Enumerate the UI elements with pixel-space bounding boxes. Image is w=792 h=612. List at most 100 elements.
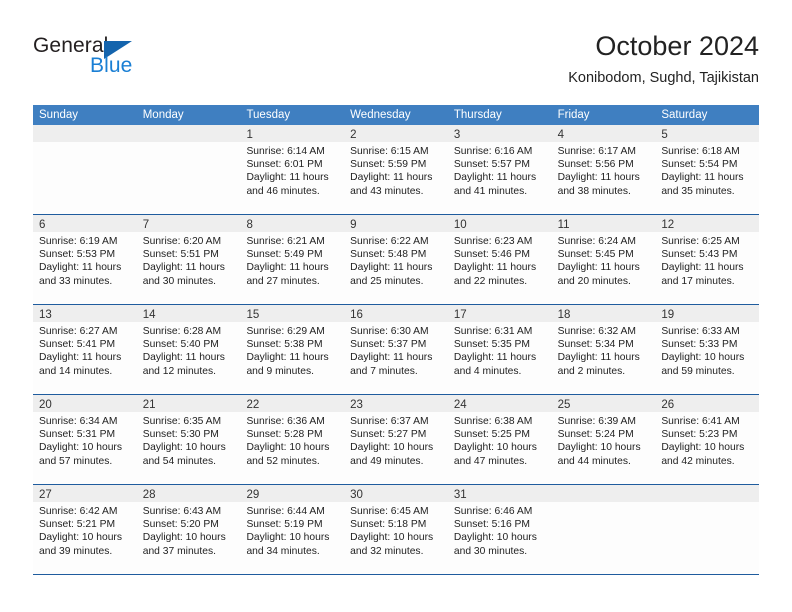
daylight-text-line2: and 37 minutes.	[142, 545, 216, 557]
daylight-text-line2: and 27 minutes.	[246, 275, 320, 287]
day-cell[interactable]: 25 Sunrise: 6:39 AM Sunset: 5:24 PM Dayl…	[551, 395, 656, 484]
sunrise-text: Sunrise: 6:31 AM	[453, 326, 533, 337]
day-date-strip: 29	[240, 485, 345, 502]
day-number: 14	[142, 309, 156, 321]
day-details: Sunrise: 6:22 AM Sunset: 5:48 PM Dayligh…	[344, 232, 448, 288]
day-details: Sunrise: 6:39 AM Sunset: 5:24 PM Dayligh…	[552, 412, 656, 468]
day-cell[interactable]: 29 Sunrise: 6:44 AM Sunset: 5:19 PM Dayl…	[240, 485, 345, 574]
day-number: 23	[350, 399, 363, 411]
day-cell[interactable]: 18 Sunrise: 6:32 AM Sunset: 5:34 PM Dayl…	[551, 305, 656, 394]
page-subtitle: Konibodom, Sughd, Tajikistan	[568, 70, 759, 86]
sunset-text: Sunset: 5:31 PM	[39, 429, 116, 441]
sunrise-text: Sunrise: 6:21 AM	[246, 236, 325, 247]
day-details: Sunrise: 6:31 AM Sunset: 5:35 PM Dayligh…	[448, 322, 552, 378]
day-cell[interactable]: 23 Sunrise: 6:37 AM Sunset: 5:27 PM Dayl…	[344, 395, 448, 484]
day-cell[interactable]: 3 Sunrise: 6:16 AM Sunset: 5:57 PM Dayli…	[447, 125, 552, 214]
day-date-strip: 19	[655, 305, 760, 322]
day-date-strip: 28	[136, 485, 241, 502]
day-cell[interactable]: 31 Sunrise: 6:46 AM Sunset: 5:16 PM Dayl…	[447, 485, 552, 574]
sunrise-text: Sunrise: 6:44 AM	[246, 506, 325, 517]
day-number: 20	[39, 399, 52, 411]
day-cell[interactable]: 28 Sunrise: 6:43 AM Sunset: 5:20 PM Dayl…	[136, 485, 241, 574]
daylight-text-line1: Daylight: 11 hours	[142, 262, 225, 274]
day-details: Sunrise: 6:35 AM Sunset: 5:30 PM Dayligh…	[137, 412, 241, 468]
daylight-text-line2: and 4 minutes.	[453, 365, 522, 377]
daylight-text-line1: Daylight: 11 hours	[557, 172, 640, 184]
day-cell[interactable]: 21 Sunrise: 6:35 AM Sunset: 5:30 PM Dayl…	[136, 395, 241, 484]
sunset-text: Sunset: 5:48 PM	[350, 249, 427, 261]
day-number: 5	[661, 129, 668, 141]
daylight-text-line1: Daylight: 10 hours	[453, 442, 537, 454]
sunset-text: Sunset: 5:49 PM	[246, 249, 323, 261]
day-number: 25	[557, 399, 571, 411]
general-blue-logo[interactable]: General Blue	[33, 34, 213, 88]
day-cell[interactable]: 1 Sunrise: 6:14 AM Sunset: 6:01 PM Dayli…	[240, 125, 345, 214]
day-number: 13	[39, 309, 52, 321]
daylight-text-line1: Daylight: 10 hours	[661, 442, 745, 454]
day-cell[interactable]: 12 Sunrise: 6:25 AM Sunset: 5:43 PM Dayl…	[655, 215, 760, 304]
day-details: Sunrise: 6:37 AM Sunset: 5:27 PM Dayligh…	[344, 412, 448, 468]
day-cell	[136, 125, 241, 214]
day-cell[interactable]: 26 Sunrise: 6:41 AM Sunset: 5:23 PM Dayl…	[655, 395, 760, 484]
daylight-text-line2: and 35 minutes.	[661, 185, 735, 197]
day-cell[interactable]: 30 Sunrise: 6:45 AM Sunset: 5:18 PM Dayl…	[344, 485, 448, 574]
day-cell[interactable]: 10 Sunrise: 6:23 AM Sunset: 5:46 PM Dayl…	[447, 215, 552, 304]
daylight-text-line1: Daylight: 11 hours	[39, 352, 122, 364]
day-cell[interactable]: 14 Sunrise: 6:28 AM Sunset: 5:40 PM Dayl…	[136, 305, 241, 394]
day-cell[interactable]: 5 Sunrise: 6:18 AM Sunset: 5:54 PM Dayli…	[655, 125, 760, 214]
day-details: Sunrise: 6:27 AM Sunset: 5:41 PM Dayligh…	[33, 322, 137, 378]
daylight-text-line1: Daylight: 11 hours	[246, 172, 329, 184]
day-cell[interactable]: 15 Sunrise: 6:29 AM Sunset: 5:38 PM Dayl…	[240, 305, 345, 394]
day-details: Sunrise: 6:34 AM Sunset: 5:31 PM Dayligh…	[33, 412, 137, 468]
day-cell[interactable]: 20 Sunrise: 6:34 AM Sunset: 5:31 PM Dayl…	[33, 395, 137, 484]
sunset-text: Sunset: 5:33 PM	[661, 339, 738, 351]
weekday-header-tuesday: Tuesday	[246, 109, 291, 121]
sunrise-text: Sunrise: 6:42 AM	[39, 506, 118, 517]
day-cell[interactable]: 22 Sunrise: 6:36 AM Sunset: 5:28 PM Dayl…	[240, 395, 345, 484]
daylight-text-line2: and 39 minutes.	[39, 545, 113, 557]
daylight-text-line2: and 30 minutes.	[142, 275, 216, 287]
day-cell[interactable]: 7 Sunrise: 6:20 AM Sunset: 5:51 PM Dayli…	[136, 215, 241, 304]
daylight-text-line2: and 43 minutes.	[350, 185, 424, 197]
day-number: 8	[246, 219, 253, 231]
sunset-text: Sunset: 5:19 PM	[246, 519, 323, 531]
day-cell[interactable]: 17 Sunrise: 6:31 AM Sunset: 5:35 PM Dayl…	[447, 305, 552, 394]
day-cell[interactable]: 8 Sunrise: 6:21 AM Sunset: 5:49 PM Dayli…	[240, 215, 345, 304]
daylight-text-line1: Daylight: 10 hours	[39, 442, 122, 454]
day-cell[interactable]: 24 Sunrise: 6:38 AM Sunset: 5:25 PM Dayl…	[447, 395, 552, 484]
day-date-strip	[136, 125, 241, 142]
day-cell[interactable]: 9 Sunrise: 6:22 AM Sunset: 5:48 PM Dayli…	[344, 215, 448, 304]
day-details: Sunrise: 6:44 AM Sunset: 5:19 PM Dayligh…	[240, 502, 344, 558]
day-date-strip: 7	[136, 215, 241, 232]
day-number: 1	[246, 129, 253, 141]
day-cell[interactable]: 27 Sunrise: 6:42 AM Sunset: 5:21 PM Dayl…	[33, 485, 137, 574]
day-date-strip: 25	[551, 395, 656, 412]
day-date-strip: 18	[551, 305, 656, 322]
day-details: Sunrise: 6:45 AM Sunset: 5:18 PM Dayligh…	[344, 502, 448, 558]
day-number: 19	[661, 309, 675, 321]
calendar-page: General Blue October 2024 Konibodom, Sug…	[0, 0, 792, 612]
day-cell[interactable]: 11 Sunrise: 6:24 AM Sunset: 5:45 PM Dayl…	[551, 215, 656, 304]
daylight-text-line2: and 30 minutes.	[453, 545, 528, 557]
day-date-strip: 20	[33, 395, 137, 412]
calendar-week-row: 20 Sunrise: 6:34 AM Sunset: 5:31 PM Dayl…	[33, 395, 760, 485]
day-date-strip: 21	[136, 395, 241, 412]
daylight-text-line1: Daylight: 10 hours	[350, 442, 434, 454]
daylight-text-line1: Daylight: 11 hours	[453, 352, 537, 364]
day-date-strip: 24	[447, 395, 552, 412]
day-cell[interactable]: 2 Sunrise: 6:15 AM Sunset: 5:59 PM Dayli…	[344, 125, 448, 214]
day-cell[interactable]: 6 Sunrise: 6:19 AM Sunset: 5:53 PM Dayli…	[33, 215, 137, 304]
sunset-text: Sunset: 5:46 PM	[453, 249, 531, 261]
daylight-text-line1: Daylight: 11 hours	[557, 262, 640, 274]
day-cell[interactable]: 13 Sunrise: 6:27 AM Sunset: 5:41 PM Dayl…	[33, 305, 137, 394]
day-cell[interactable]: 4 Sunrise: 6:17 AM Sunset: 5:56 PM Dayli…	[551, 125, 656, 214]
sunset-text: Sunset: 5:56 PM	[557, 159, 634, 171]
day-date-strip: 16	[344, 305, 448, 322]
sunset-text: Sunset: 5:54 PM	[661, 159, 738, 171]
sunset-text: Sunset: 5:30 PM	[142, 429, 219, 441]
daylight-text-line2: and 33 minutes.	[39, 275, 113, 287]
day-cell[interactable]: 16 Sunrise: 6:30 AM Sunset: 5:37 PM Dayl…	[344, 305, 448, 394]
daylight-text-line2: and 49 minutes.	[350, 455, 424, 467]
day-cell[interactable]: 19 Sunrise: 6:33 AM Sunset: 5:33 PM Dayl…	[655, 305, 760, 394]
sunset-text: Sunset: 5:53 PM	[39, 249, 116, 261]
